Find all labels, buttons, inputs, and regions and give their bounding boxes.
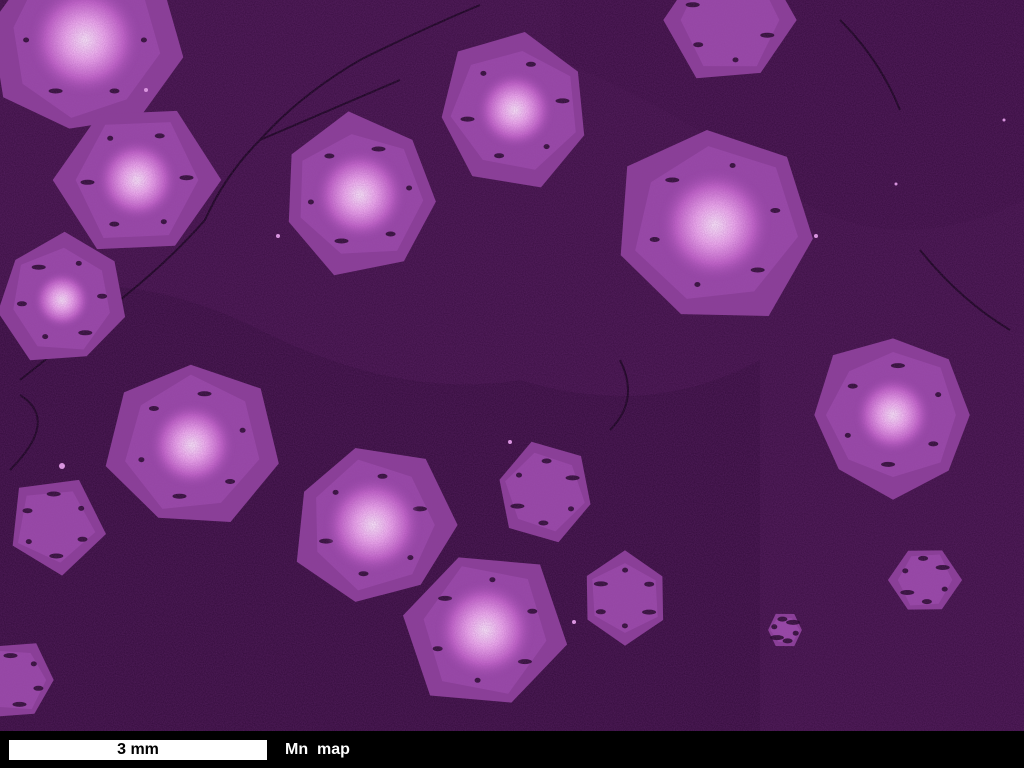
footer-bar: 3 mm Mn map xyxy=(0,731,1024,768)
micrograph-viewer: 3 mm Mn map xyxy=(0,0,1024,768)
scale-bar-label: 3 mm xyxy=(117,741,159,758)
map-label: Mn map xyxy=(285,741,350,758)
mn-element-map xyxy=(0,0,1024,731)
element-map-image xyxy=(0,0,1024,731)
scale-bar: 3 mm xyxy=(9,740,267,760)
noise-overlay xyxy=(0,0,1024,731)
